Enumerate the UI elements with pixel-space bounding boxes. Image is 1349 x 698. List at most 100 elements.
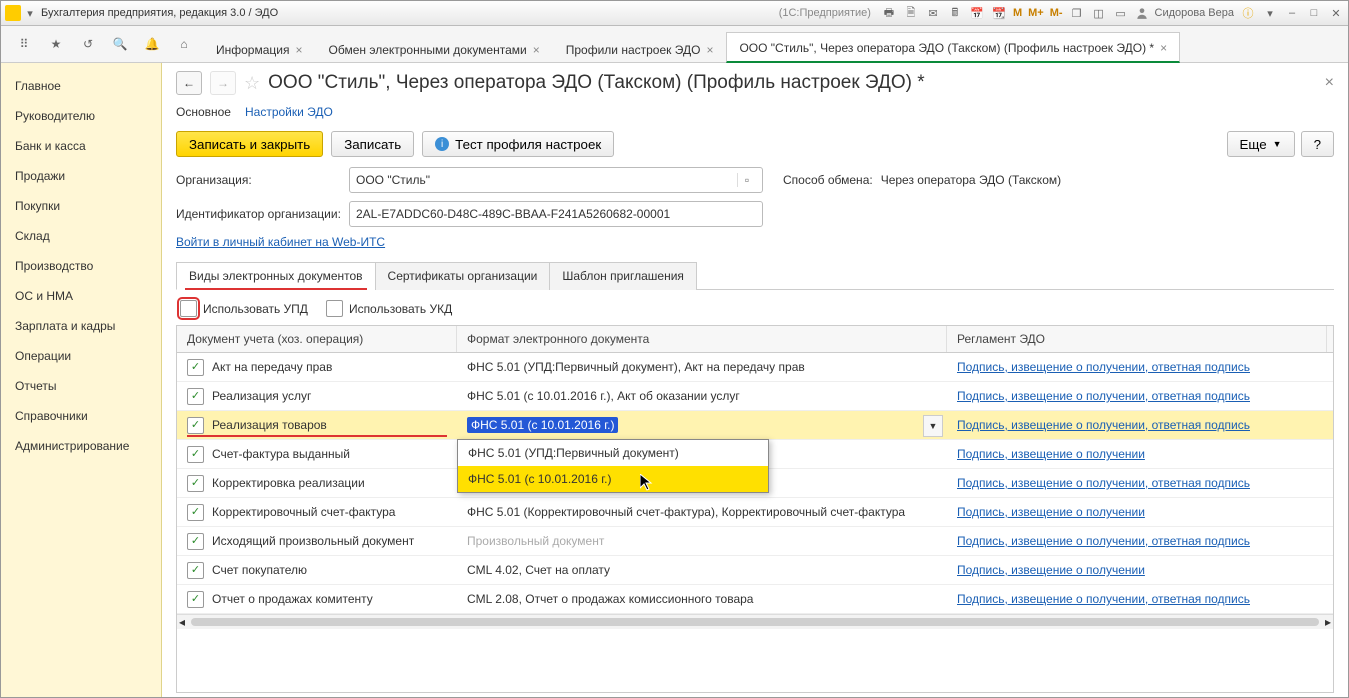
row-checkbox[interactable]	[187, 504, 204, 521]
regulation-link[interactable]: Подпись, извещение о получении	[957, 505, 1145, 519]
tab-exchange[interactable]: Обмен электронными документами×	[316, 34, 553, 63]
sidebar-item-warehouse[interactable]: Склад	[1, 221, 161, 251]
table-row[interactable]: Корректировочный счет-фактураФНС 5.01 (К…	[177, 498, 1333, 527]
row-checkbox[interactable]	[187, 417, 204, 434]
tab-bar: ⠿ ★ ↺ 🔍 🔔 ⌂ Информация× Обмен электронны…	[1, 26, 1348, 63]
sidebar-item-reports[interactable]: Отчеты	[1, 371, 161, 401]
table-row[interactable]: Счет покупателюCML 4.02, Счет на оплатуП…	[177, 556, 1333, 585]
save-button[interactable]: Записать	[331, 131, 414, 157]
ukd-label: Использовать УКД	[349, 302, 452, 316]
regulation-link[interactable]: Подпись, извещение о получении, ответная…	[957, 534, 1250, 548]
send-icon[interactable]: ✉	[925, 5, 941, 21]
org-input[interactable]: ООО "Стиль"▫	[349, 167, 763, 193]
more-button[interactable]: Еще▼	[1227, 131, 1295, 157]
minimize-icon[interactable]: –	[1284, 5, 1300, 21]
m-plus-icon[interactable]: M+	[1028, 7, 1044, 19]
history-icon[interactable]: ↺	[73, 29, 103, 59]
page-close-icon[interactable]: ×	[1325, 74, 1334, 92]
dropdown-icon[interactable]: ▾	[1262, 5, 1278, 21]
close-window-icon[interactable]: ✕	[1328, 5, 1344, 21]
home-icon[interactable]: ⌂	[169, 29, 199, 59]
row-checkbox[interactable]	[187, 359, 204, 376]
dropdown-option[interactable]: ФНС 5.01 (УПД:Первичный документ)	[458, 440, 768, 466]
sidebar-item-assets[interactable]: ОС и НМА	[1, 281, 161, 311]
pgtab-docs[interactable]: Виды электронных документов	[176, 262, 376, 290]
nav-back-button[interactable]: ←	[176, 71, 202, 95]
id-input[interactable]: 2AL-E7ADDC60-D48C-489C-BBAA-F241A5260682…	[349, 201, 763, 227]
save-close-button[interactable]: Записать и закрыть	[176, 131, 323, 157]
sidebar-item-operations[interactable]: Операции	[1, 341, 161, 371]
close-icon[interactable]: ×	[295, 43, 302, 57]
calc-icon[interactable]: 🖩	[947, 5, 963, 21]
doc-icon[interactable]: 🗎	[903, 5, 919, 21]
favorite-star-icon[interactable]: ☆	[244, 73, 260, 94]
sidebar-item-catalogs[interactable]: Справочники	[1, 401, 161, 431]
close-icon[interactable]: ×	[706, 43, 713, 57]
regulation-link[interactable]: Подпись, извещение о получении, ответная…	[957, 418, 1250, 432]
copy-icon[interactable]: ❐	[1069, 5, 1085, 21]
m-minus-icon[interactable]: M-	[1050, 7, 1063, 19]
pgtab-certs[interactable]: Сертификаты организации	[375, 262, 551, 290]
picker-icon[interactable]: ▫	[737, 173, 756, 187]
m-icon[interactable]: M	[1013, 7, 1022, 19]
sidebar-item-admin[interactable]: Администрирование	[1, 431, 161, 461]
table-row[interactable]: Реализация товаровФНС 5.01 (с 10.01.2016…	[177, 411, 1333, 440]
sidebar-item-payroll[interactable]: Зарплата и кадры	[1, 311, 161, 341]
user-name[interactable]: Сидорова Вера	[1155, 7, 1234, 19]
print-icon[interactable]: 🖶	[881, 5, 897, 21]
dropdown-option[interactable]: ФНС 5.01 (с 10.01.2016 г.)	[458, 466, 768, 492]
sidebar-item-production[interactable]: Производство	[1, 251, 161, 281]
maximize-icon[interactable]: □	[1306, 5, 1322, 21]
regulation-link[interactable]: Подпись, извещение о получении, ответная…	[957, 360, 1250, 374]
date-icon[interactable]: 📆	[991, 5, 1007, 21]
doc-name: Отчет о продажах комитенту	[212, 592, 373, 606]
app-mode: (1С:Предприятие)	[779, 7, 871, 19]
row-checkbox[interactable]	[187, 591, 204, 608]
cabinet-link[interactable]: Войти в личный кабинет на Web-ИТС	[176, 235, 385, 249]
nav-forward-button[interactable]: →	[210, 71, 236, 95]
regulation-link[interactable]: Подпись, извещение о получении, ответная…	[957, 476, 1250, 490]
table-row[interactable]: Отчет о продажах комитентуCML 2.08, Отче…	[177, 585, 1333, 614]
subtab-edo[interactable]: Настройки ЭДО	[245, 105, 333, 121]
window-icon[interactable]: ◫	[1091, 5, 1107, 21]
sidebar-item-sales[interactable]: Продажи	[1, 161, 161, 191]
row-checkbox[interactable]	[187, 533, 204, 550]
row-checkbox[interactable]	[187, 446, 204, 463]
sidebar-item-purchases[interactable]: Покупки	[1, 191, 161, 221]
sidebar-item-manager[interactable]: Руководителю	[1, 101, 161, 131]
row-checkbox[interactable]	[187, 475, 204, 492]
ukd-checkbox[interactable]	[326, 300, 343, 317]
pgtab-invite[interactable]: Шаблон приглашения	[549, 262, 697, 290]
button-label: Тест профиля настроек	[455, 137, 601, 152]
favorite-icon[interactable]: ★	[41, 29, 71, 59]
table-row[interactable]: Реализация услугФНС 5.01 (с 10.01.2016 г…	[177, 382, 1333, 411]
tab-info[interactable]: Информация×	[203, 34, 316, 63]
tab-profiles[interactable]: Профили настроек ЭДО×	[553, 34, 727, 63]
row-checkbox[interactable]	[187, 562, 204, 579]
table-row[interactable]: Исходящий произвольный документПроизволь…	[177, 527, 1333, 556]
regulation-link[interactable]: Подпись, извещение о получении	[957, 563, 1145, 577]
close-icon[interactable]: ×	[533, 43, 540, 57]
bell-icon[interactable]: 🔔	[137, 29, 167, 59]
panel-icon[interactable]: ▭	[1113, 5, 1129, 21]
search-icon[interactable]: 🔍	[105, 29, 135, 59]
test-profile-button[interactable]: iТест профиля настроек	[422, 131, 614, 157]
app-menu-icon[interactable]: ▾	[25, 8, 35, 18]
subtab-main[interactable]: Основное	[176, 105, 231, 121]
help-button[interactable]: ?	[1301, 131, 1334, 157]
upd-checkbox[interactable]	[180, 300, 197, 317]
info-icon[interactable]: ⓘ	[1240, 5, 1256, 21]
sidebar-item-bank[interactable]: Банк и касса	[1, 131, 161, 161]
row-checkbox[interactable]	[187, 388, 204, 405]
close-icon[interactable]: ×	[1160, 41, 1167, 55]
sidebar-item-main[interactable]: Главное	[1, 71, 161, 101]
regulation-link[interactable]: Подпись, извещение о получении	[957, 447, 1145, 461]
tab-current-profile[interactable]: ООО "Стиль", Через оператора ЭДО (Такско…	[726, 32, 1180, 63]
calendar-icon[interactable]: 📅	[969, 5, 985, 21]
horizontal-scrollbar[interactable]: ◂▸	[177, 614, 1333, 629]
regulation-link[interactable]: Подпись, извещение о получении, ответная…	[957, 389, 1250, 403]
apps-icon[interactable]: ⠿	[9, 29, 39, 59]
regulation-link[interactable]: Подпись, извещение о получении, ответная…	[957, 592, 1250, 606]
dropdown-arrow-icon[interactable]: ▼	[923, 415, 943, 437]
table-row[interactable]: Акт на передачу правФНС 5.01 (УПД:Первич…	[177, 353, 1333, 382]
